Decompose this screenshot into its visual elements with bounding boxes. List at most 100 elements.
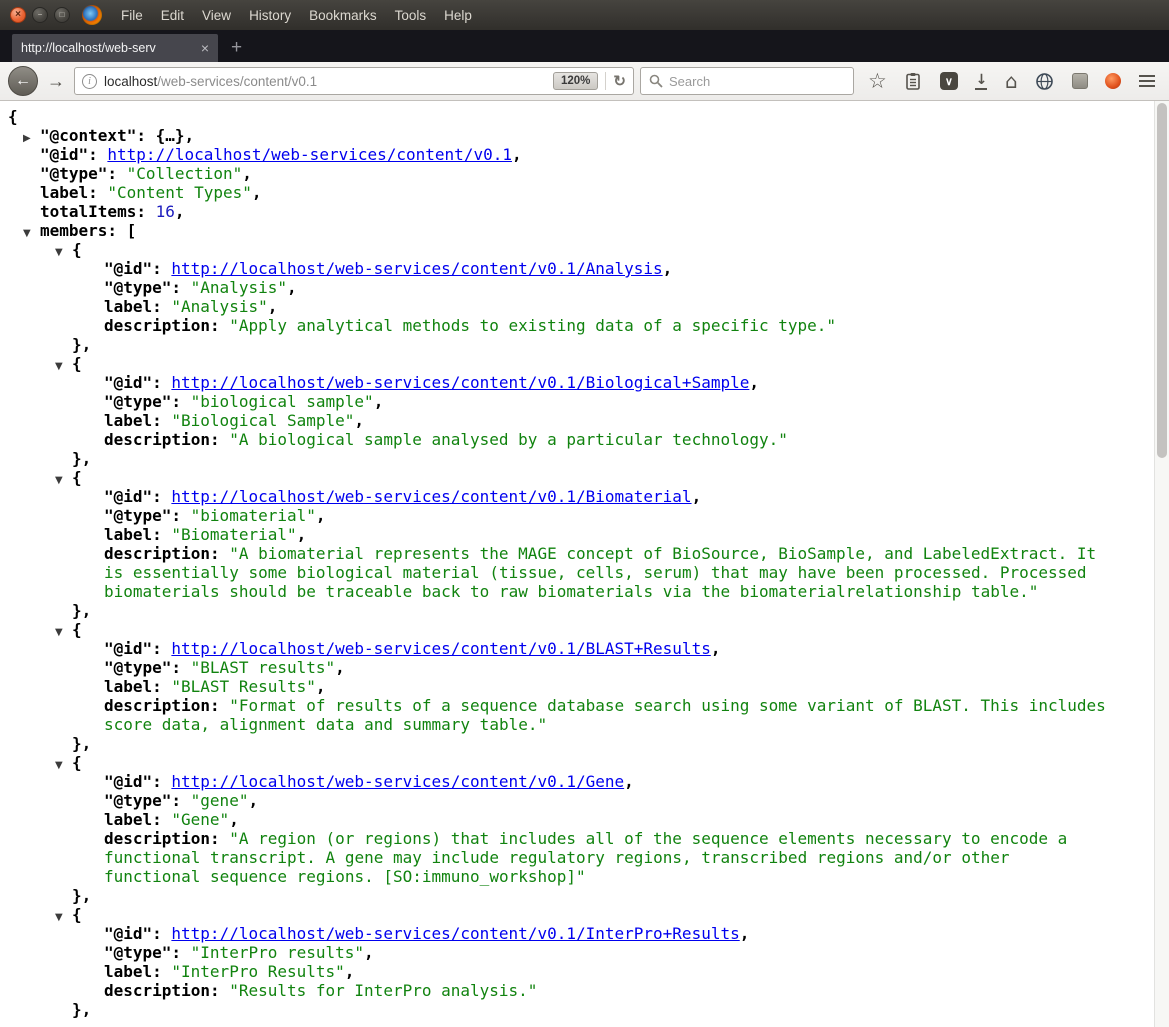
- json-key: label:: [104, 525, 162, 544]
- member-label-line: label: "InterPro Results",: [104, 962, 355, 981]
- member-type-line: "@type": "gene",: [104, 791, 259, 810]
- member-label-line: label: "Analysis",: [104, 297, 278, 316]
- firefox-icon: [82, 5, 102, 25]
- json-link[interactable]: http://localhost/web-services/content/v0…: [171, 639, 710, 658]
- forward-button[interactable]: →: [44, 71, 68, 92]
- json-key: "@type":: [104, 943, 182, 962]
- search-input[interactable]: [669, 73, 845, 89]
- menu-help[interactable]: Help: [435, 3, 481, 28]
- zoom-indicator[interactable]: 120%: [553, 72, 599, 90]
- json-key: description:: [104, 696, 220, 715]
- json-string-value: "Biomaterial": [171, 525, 297, 544]
- json-key: "@context":: [40, 126, 146, 145]
- json-key: "@type":: [104, 791, 182, 810]
- json-key: "@id":: [104, 259, 162, 278]
- scrollbar-thumb[interactable]: [1157, 103, 1167, 458]
- extension-icon-1[interactable]: [1071, 73, 1088, 89]
- menu-tools[interactable]: Tools: [386, 3, 436, 28]
- member-open: ▼{: [8, 240, 1114, 259]
- json-string-value: "A region (or regions) that includes all…: [104, 829, 1068, 886]
- json-link[interactable]: http://localhost/web-services/content/v0…: [171, 373, 749, 392]
- json-key: description:: [104, 829, 220, 848]
- json-link[interactable]: http://localhost/web-services/content/v0…: [107, 145, 512, 164]
- url-text[interactable]: localhost/web-services/content/v0.1: [104, 74, 546, 89]
- json-string-value: "biological sample": [190, 392, 374, 411]
- json-string-value: "Content Types": [107, 183, 252, 202]
- extension-icon-2[interactable]: [1105, 73, 1122, 89]
- url-bar[interactable]: i localhost/web-services/content/v0.1 12…: [74, 67, 634, 95]
- json-root-open: {: [8, 107, 18, 126]
- menu-file[interactable]: File: [112, 3, 152, 28]
- menu-bookmarks[interactable]: Bookmarks: [300, 3, 386, 28]
- json-key: label:: [104, 411, 162, 430]
- json-link[interactable]: http://localhost/web-services/content/v0…: [171, 924, 739, 943]
- json-line-totalitems: totalItems: 16,: [40, 202, 185, 221]
- scrollbar[interactable]: [1154, 101, 1169, 1027]
- member-type-line: "@type": "biomaterial",: [104, 506, 326, 525]
- bookmark-star-icon[interactable]: ☆: [868, 69, 887, 93]
- json-number-value: 16: [155, 202, 175, 221]
- json-link[interactable]: http://localhost/web-services/content/v0…: [171, 772, 624, 791]
- member-description-line: description: "Results for InterPro analys…: [8, 981, 1114, 1000]
- page-info-icon[interactable]: i: [82, 73, 97, 89]
- json-string-value: "InterPro Results": [171, 962, 345, 981]
- json-key: "@type":: [40, 164, 118, 183]
- menu-history[interactable]: History: [240, 3, 300, 28]
- tab-close-icon[interactable]: ×: [201, 40, 209, 56]
- member-description-line: description: "A biomaterial represents th…: [8, 544, 1114, 601]
- downloads-icon[interactable]: ↓: [975, 73, 988, 90]
- json-key: "@type":: [104, 392, 182, 411]
- json-key: "@type":: [104, 506, 182, 525]
- json-link[interactable]: http://localhost/web-services/content/v0…: [171, 259, 662, 278]
- bookmarks-menu-icon[interactable]: [904, 72, 922, 91]
- tab-active[interactable]: http://localhost/web-serv ×: [12, 34, 218, 62]
- member-close: },: [72, 1000, 92, 1019]
- member-description-line: description: "Apply analytical methods to…: [8, 316, 1114, 335]
- titlebar: × − □ File Edit View History Bookmarks T…: [0, 0, 1169, 30]
- json-string-value: "BLAST results": [190, 658, 336, 677]
- window-close-button[interactable]: ×: [10, 7, 26, 23]
- json-key: label:: [104, 297, 162, 316]
- pocket-chevron-icon: ∨: [939, 72, 958, 90]
- window-minimize-button[interactable]: −: [32, 7, 48, 23]
- tab-bar: http://localhost/web-serv × +: [0, 30, 1169, 62]
- menu-edit[interactable]: Edit: [152, 3, 193, 28]
- json-string-value: "Collection": [126, 164, 243, 183]
- search-bar[interactable]: [640, 67, 854, 95]
- pocket-icon[interactable]: ∨: [939, 72, 958, 90]
- member-open: ▼{: [8, 620, 1114, 639]
- search-icon: [649, 74, 663, 88]
- member-close: },: [72, 601, 92, 620]
- new-tab-button[interactable]: +: [218, 34, 255, 62]
- member-description-line: description: "A biological sample analyse…: [8, 430, 1114, 449]
- member-label-line: label: "Gene",: [104, 810, 239, 829]
- globe-icon[interactable]: [1035, 72, 1054, 91]
- reload-button[interactable]: ↻: [613, 72, 626, 90]
- json-key: "@type":: [104, 658, 182, 677]
- menu-view[interactable]: View: [193, 3, 240, 28]
- json-string-value: "biomaterial": [190, 506, 316, 525]
- json-key: members:: [40, 221, 118, 240]
- menubar: File Edit View History Bookmarks Tools H…: [112, 3, 481, 28]
- json-key: "@type":: [104, 278, 182, 297]
- member-label-line: label: "BLAST Results",: [104, 677, 326, 696]
- menu-icon[interactable]: [1138, 75, 1155, 87]
- member-open: ▼{: [8, 905, 1114, 924]
- json-string-value: "Results for InterPro analysis.": [229, 981, 538, 1000]
- window-maximize-button[interactable]: □: [54, 7, 70, 23]
- json-line-label: label: "Content Types",: [40, 183, 262, 202]
- json-string-value: "gene": [190, 791, 249, 810]
- json-string-value: "A biomaterial represents the MAGE conce…: [104, 544, 1097, 601]
- member-id-line: "@id": http://localhost/web-services/cont…: [104, 639, 721, 658]
- back-button[interactable]: ←: [8, 66, 38, 96]
- home-icon[interactable]: ⌂: [1005, 69, 1018, 93]
- member-open: ▼{: [8, 468, 1114, 487]
- member-id-line: "@id": http://localhost/web-services/cont…: [104, 772, 634, 791]
- member-close: },: [72, 335, 92, 354]
- json-key: description:: [104, 544, 220, 563]
- json-string-value: "InterPro results": [190, 943, 365, 962]
- json-link[interactable]: http://localhost/web-services/content/v0…: [171, 487, 691, 506]
- json-key: description:: [104, 981, 220, 1000]
- json-key: label:: [104, 962, 162, 981]
- member-description-line: description: "A region (or regions) that …: [8, 829, 1114, 886]
